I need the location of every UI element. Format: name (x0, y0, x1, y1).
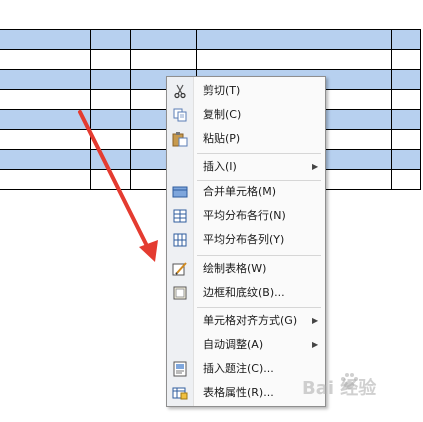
table-cell[interactable] (0, 169, 91, 190)
paw-logo-icon (341, 373, 358, 389)
scissors-icon (172, 83, 188, 99)
menu-item-distribute-rows[interactable]: 平均分布各行(N) (167, 204, 325, 228)
menu-item-label: 平均分布各列(Y) (203, 233, 285, 246)
table-cell[interactable] (0, 129, 91, 150)
menu-item-label: 表格属性(R)... (203, 386, 274, 399)
table-row[interactable] (0, 29, 422, 50)
menu-separator (197, 307, 321, 308)
menu-item-copy[interactable]: 复制(C) (167, 103, 325, 127)
menu-item-distribute-columns[interactable]: 平均分布各列(Y) (167, 228, 325, 252)
table-cell[interactable] (390, 29, 422, 50)
menu-item-label: 边框和底纹(B)... (203, 286, 285, 299)
distribute-rows-icon (172, 208, 188, 224)
menu-item-cut[interactable]: 剪切(T) (167, 79, 325, 103)
table-cell[interactable] (0, 49, 91, 70)
menu-item-label: 绘制表格(W) (203, 262, 267, 275)
menu-separator (197, 153, 321, 154)
table-cell[interactable] (196, 49, 392, 70)
borders-shading-icon (172, 285, 188, 301)
merge-cells-icon (172, 184, 188, 200)
draw-table-icon (172, 261, 188, 277)
table-cell[interactable] (129, 29, 198, 50)
menu-item-insert[interactable]: 插入(I) ▶ (167, 155, 325, 179)
menu-item-label: 复制(C) (203, 108, 242, 121)
table-cell[interactable] (390, 129, 422, 150)
submenu-arrow-icon: ▶ (312, 340, 319, 349)
document-canvas: 剪切(T) 复制(C) 粘贴(P) 插入(I) ▶ 合并单元格(M) 平均分布各… (0, 0, 423, 422)
table-cell[interactable] (0, 109, 91, 130)
table-cell[interactable] (89, 149, 131, 170)
table-cell[interactable] (390, 89, 422, 110)
table-cell[interactable] (89, 49, 131, 70)
menu-item-label: 自动调整(A) (203, 338, 264, 351)
table-cell[interactable] (0, 149, 91, 170)
table-cell[interactable] (0, 29, 91, 50)
menu-item-label: 插入题注(C)... (203, 362, 274, 375)
copy-icon (172, 107, 188, 123)
table-properties-icon (172, 385, 188, 401)
menu-item-label: 插入(I) (203, 160, 237, 173)
menu-item-autofit[interactable]: 自动调整(A) ▶ (167, 333, 325, 357)
table-cell[interactable] (390, 149, 422, 170)
submenu-arrow-icon: ▶ (312, 162, 319, 171)
table-cell[interactable] (196, 29, 392, 50)
menu-item-label: 单元格对齐方式(G) (203, 314, 298, 327)
menu-item-borders-shading[interactable]: 边框和底纹(B)... (167, 281, 325, 305)
table-cell[interactable] (390, 109, 422, 130)
distribute-columns-icon (172, 232, 188, 248)
table-cell[interactable] (0, 89, 91, 110)
table-cell[interactable] (390, 69, 422, 90)
paste-icon (172, 131, 188, 147)
table-cell[interactable] (129, 49, 198, 70)
menu-item-label: 粘贴(P) (203, 132, 241, 145)
table-cell[interactable] (89, 129, 131, 150)
table-cell[interactable] (89, 109, 131, 130)
menu-item-paste[interactable]: 粘贴(P) (167, 127, 325, 151)
table-cell[interactable] (89, 89, 131, 110)
menu-item-label: 剪切(T) (203, 84, 241, 97)
menu-item-cell-alignment[interactable]: 单元格对齐方式(G) ▶ (167, 309, 325, 333)
menu-item-label: 合并单元格(M) (203, 185, 277, 198)
table-cell[interactable] (89, 169, 131, 190)
table-cell[interactable] (390, 169, 422, 190)
table-cell[interactable] (390, 49, 422, 70)
menu-item-merge-cells[interactable]: 合并单元格(M) (167, 180, 325, 204)
menu-item-draw-table[interactable]: 绘制表格(W) (167, 257, 325, 281)
submenu-arrow-icon: ▶ (312, 316, 319, 325)
table-cell[interactable] (89, 29, 131, 50)
table-cell[interactable] (0, 69, 91, 90)
menu-item-label: 平均分布各行(N) (203, 209, 286, 222)
insert-caption-icon (172, 361, 188, 377)
table-cell[interactable] (89, 69, 131, 90)
menu-separator (197, 255, 321, 256)
table-context-menu[interactable]: 剪切(T) 复制(C) 粘贴(P) 插入(I) ▶ 合并单元格(M) 平均分布各… (166, 76, 326, 407)
table-row[interactable] (0, 49, 422, 70)
